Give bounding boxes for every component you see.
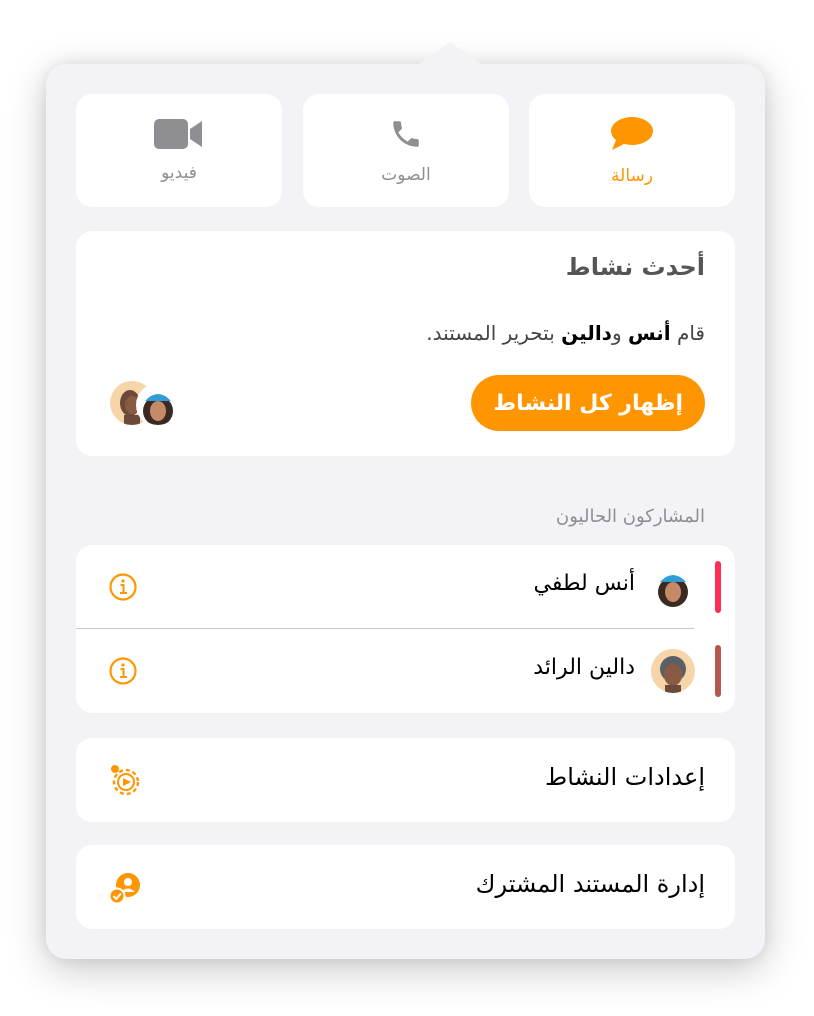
activity-name-1: أنس (627, 321, 671, 345)
participant-name: أنس لطفي (533, 571, 636, 596)
manage-shared-icon (108, 873, 140, 905)
avatar (651, 565, 695, 609)
latest-activity-card: أحدث نشاط قام أنس ودالين بتحرير المستند.… (76, 231, 735, 456)
current-participants-label: المشاركون الحاليون (556, 506, 705, 527)
activity-settings-row[interactable]: إعدادات النشاط (76, 738, 735, 822)
participant-row[interactable]: أنس لطفي (76, 545, 735, 629)
show-all-activity-button[interactable]: إظهار كل النشاط (471, 375, 705, 431)
memoji-avatar-icon (143, 394, 173, 425)
activity-conjunction: و (611, 321, 628, 345)
collaboration-popover: فيديو الصوت رسالة أحدث نشاط قام أنس ودال… (46, 42, 765, 959)
manage-shared-document-label: إدارة المستند المشترك (475, 870, 705, 898)
message-bubble-icon (611, 116, 653, 150)
message-label: رسالة (611, 165, 653, 186)
participant-color-bar (715, 561, 721, 613)
message-button[interactable]: رسالة (529, 94, 735, 207)
video-camera-icon (154, 118, 202, 149)
info-icon[interactable] (108, 656, 138, 686)
phone-icon (393, 120, 419, 147)
participant-name: دالين الرائد (533, 655, 635, 680)
activity-avatars (110, 379, 180, 427)
activity-description: قام أنس ودالين بتحرير المستند. (426, 321, 705, 345)
activity-desc-suffix: بتحرير المستند. (426, 321, 562, 345)
activity-desc-prefix: قام (670, 321, 705, 345)
popover-arrow (416, 42, 484, 66)
audio-button[interactable]: الصوت (303, 94, 509, 207)
activity-settings-icon (111, 765, 140, 796)
activity-name-2: دالين (561, 321, 612, 345)
memoji-avatar-icon (658, 575, 688, 607)
video-label: فيديو (161, 162, 197, 183)
participant-color-bar (715, 645, 721, 697)
avatar-anas (136, 383, 180, 427)
participant-row[interactable]: دالين الرائد (76, 629, 735, 713)
memoji-avatar-icon (660, 656, 686, 693)
participants-list: أنس لطفي دالين الرائد (76, 545, 735, 713)
avatar (651, 649, 695, 693)
audio-label: الصوت (381, 164, 431, 185)
activity-settings-label: إعدادات النشاط (545, 763, 705, 791)
video-button[interactable]: فيديو (76, 94, 282, 207)
latest-activity-title: أحدث نشاط (565, 253, 705, 281)
info-icon[interactable] (108, 572, 138, 602)
manage-shared-document-row[interactable]: إدارة المستند المشترك (76, 845, 735, 929)
